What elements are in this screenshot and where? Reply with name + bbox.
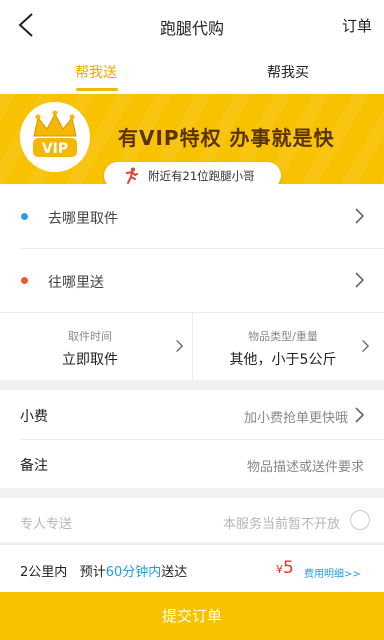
price-value: 5: [283, 558, 294, 578]
note-row[interactable]: 备注 物品描述或送件要求: [0, 439, 384, 488]
item-type-selector[interactable]: 物品类型/重量 其他，小于5公斤: [192, 313, 384, 381]
tab-bar: 帮我送 帮我买: [0, 50, 384, 94]
estimate-time: 60分钟内: [105, 565, 162, 580]
item-type-label: 物品类型/重量: [248, 330, 318, 343]
nearby-couriers-text: 附近有21位跑腿小哥: [148, 169, 255, 183]
chevron-right-icon: [355, 272, 364, 288]
tab-active-indicator: [76, 88, 118, 91]
extras-card: 小费 加小费抢单更快哦 备注 物品描述或送件要求: [0, 390, 384, 488]
delivery-summary: 2公里内 预计60分钟内送达 ¥5 费用明细>>: [0, 544, 384, 592]
pickup-dot-icon: [21, 213, 28, 220]
dropoff-address-row[interactable]: 往哪里送: [0, 248, 384, 312]
dedicated-delivery-label: 专人专送: [20, 517, 73, 532]
tip-hint: 加小费抢单更快哦: [243, 411, 348, 426]
dedicated-delivery-note: 本服务当前暂不开放: [222, 517, 340, 532]
page-title: 跑腿代购: [159, 19, 224, 38]
price-display: ¥5: [276, 558, 294, 578]
currency-symbol: ¥: [276, 563, 283, 576]
vip-badge: VIP: [20, 102, 90, 172]
order-info-row: 取件时间 立即取件 物品类型/重量 其他，小于5公斤: [0, 312, 384, 381]
estimate-suffix: 送达: [161, 565, 188, 580]
estimate-prefix: 预计: [79, 565, 106, 580]
header-bar: 跑腿代购 订单: [0, 0, 384, 50]
vip-badge-text: VIP: [42, 141, 68, 157]
address-card: 去哪里取件 往哪里送: [0, 184, 384, 312]
item-type-value: 其他，小于5公斤: [229, 352, 337, 368]
tip-label: 小费: [20, 409, 48, 425]
chevron-right-icon: [355, 208, 364, 224]
tab-send-for-me[interactable]: 帮我送: [0, 62, 192, 82]
dedicated-delivery-row: 专人专送 本服务当前暂不开放: [0, 498, 384, 542]
chevron-right-icon: [355, 407, 364, 423]
tip-row[interactable]: 小费 加小费抢单更快哦: [0, 390, 384, 439]
orders-link[interactable]: 订单: [342, 15, 372, 36]
chevron-right-icon: [362, 339, 369, 353]
submit-order-button[interactable]: 提交订单: [0, 592, 384, 640]
note-label: 备注: [20, 458, 48, 474]
runner-icon: [126, 167, 138, 184]
pickup-time-value: 立即取件: [62, 352, 118, 368]
distance-text: 2公里内: [20, 565, 68, 580]
pickup-address-row[interactable]: 去哪里取件: [0, 184, 384, 248]
chevron-right-icon: [176, 339, 183, 353]
tab-buy-for-me[interactable]: 帮我买: [192, 62, 384, 82]
dropoff-address-label: 往哪里送: [48, 275, 104, 291]
vip-slogan: 有VIP特权 办事就是快: [118, 126, 335, 150]
delivery-estimate: 2公里内 预计60分钟内送达: [20, 561, 187, 580]
fee-details-link[interactable]: 费用明细>>: [304, 565, 361, 580]
pickup-time-selector[interactable]: 取件时间 立即取件: [0, 313, 192, 381]
dropoff-dot-icon: [21, 277, 28, 284]
pickup-time-label: 取件时间: [68, 330, 112, 343]
pickup-address-label: 去哪里取件: [48, 211, 118, 227]
crown-icon: VIP: [33, 110, 77, 157]
dedicated-delivery-radio[interactable]: [350, 510, 370, 530]
note-input-placeholder[interactable]: 物品描述或送件要求: [247, 456, 364, 475]
